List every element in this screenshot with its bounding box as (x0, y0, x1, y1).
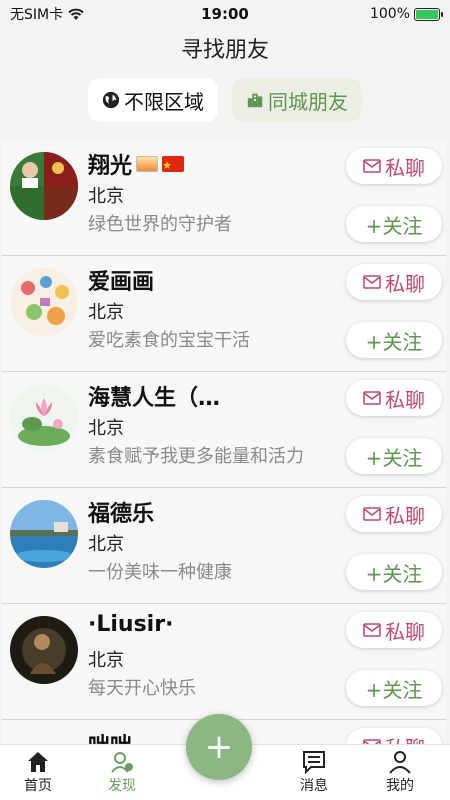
friend-city: 北京 (88, 534, 124, 555)
tab-label: 发现 (108, 778, 136, 794)
chat-button[interactable]: 私聊 (346, 612, 442, 648)
chat-button[interactable]: 私聊 (346, 264, 442, 300)
message-icon (303, 751, 325, 775)
friend-city: 北京 (88, 302, 124, 323)
filter-label: 同城朋友 (268, 89, 348, 114)
filter-row: 不限区域 同城朋友 (0, 78, 450, 122)
tab-messages[interactable]: 消息 (284, 749, 344, 795)
follow-button[interactable]: +关注 (346, 670, 442, 706)
mail-icon (363, 275, 381, 289)
friend-signature: 每天开心快乐 (88, 678, 196, 699)
chat-label: 私聊 (385, 619, 425, 644)
follow-button[interactable]: +关注 (346, 554, 442, 590)
friend-list: 翔光 北京 绿色世界的守护者 私聊 +关注 爱画画 北京 爱吃素食的宝宝干活 私… (0, 140, 450, 800)
follow-button[interactable]: +关注 (346, 438, 442, 474)
follow-label: +关注 (365, 445, 423, 470)
mail-icon (363, 623, 381, 637)
avatar[interactable] (10, 152, 78, 220)
mail-icon (363, 507, 381, 521)
friend-card[interactable]: 福德乐 北京 一份美味一种健康 私聊 +关注 (2, 488, 446, 604)
tab-profile[interactable]: 我的 (370, 749, 430, 795)
friend-name-text: 翔光 (88, 154, 133, 179)
friend-city: 北京 (88, 650, 124, 671)
friend-signature: 素食赋予我更多能量和活力 (88, 446, 304, 467)
tab-label: 消息 (300, 778, 328, 794)
follow-label: +关注 (365, 677, 423, 702)
globe-icon (102, 91, 120, 109)
home-icon (28, 752, 48, 772)
sun-badge-icon (136, 156, 159, 172)
friend-signature: 一份美味一种健康 (88, 562, 232, 583)
friend-name: 福德乐 (88, 502, 155, 527)
follow-button[interactable]: +关注 (346, 206, 442, 242)
tab-home[interactable]: 首页 (8, 749, 68, 795)
profile-icon (389, 751, 411, 774)
chat-label: 私聊 (385, 155, 425, 180)
china-flag-icon (162, 156, 185, 172)
page-title: 寻找朋友 (180, 38, 269, 63)
friend-city: 北京 (88, 418, 124, 439)
avatar[interactable] (10, 616, 78, 684)
friend-signature: 爱吃素食的宝宝干活 (88, 330, 250, 351)
chat-label: 私聊 (385, 271, 425, 296)
avatar[interactable] (10, 384, 78, 452)
chat-button[interactable]: 私聊 (346, 148, 442, 184)
friend-card[interactable]: ·Liusir· 北京 每天开心快乐 私聊 +关注 (2, 604, 446, 720)
battery-percent: 100% (369, 6, 410, 22)
tab-label: 我的 (386, 778, 414, 794)
chat-button[interactable]: 私聊 (346, 380, 442, 416)
friend-card[interactable]: 翔光 北京 绿色世界的守护者 私聊 +关注 (2, 140, 446, 256)
tab-label: 首页 (24, 778, 52, 794)
friend-card[interactable]: 爱画画 北京 爱吃素食的宝宝干活 私聊 +关注 (2, 256, 446, 372)
friend-city: 北京 (88, 186, 124, 207)
follow-label: +关注 (365, 329, 423, 354)
friend-card[interactable]: 海慧人生（… 北京 素食赋予我更多能量和活力 私聊 +关注 (2, 372, 446, 488)
chat-button[interactable]: 私聊 (346, 496, 442, 532)
plus-icon: + (204, 727, 234, 767)
filter-label: 不限区域 (124, 89, 204, 114)
mail-icon (363, 391, 381, 405)
city-icon (247, 93, 263, 108)
wifi-icon (68, 8, 84, 20)
battery-icon (414, 7, 443, 21)
discover-icon (111, 752, 133, 773)
follow-button[interactable]: +关注 (346, 322, 442, 358)
add-button[interactable]: + (186, 714, 252, 780)
friend-name: 翔光 (88, 148, 185, 180)
friend-name: ·Liusir· (88, 612, 174, 637)
chat-label: 私聊 (385, 387, 425, 412)
friend-signature: 绿色世界的守护者 (88, 214, 232, 235)
friend-name: 爱画画 (88, 270, 155, 295)
carrier-label: 无SIM卡 (10, 7, 64, 23)
filter-same-city[interactable]: 同城朋友 (232, 78, 362, 122)
mail-icon (363, 159, 381, 173)
status-bar: 无SIM卡 19:00 100% (0, 0, 450, 28)
filter-any-region[interactable]: 不限区域 (88, 78, 218, 122)
avatar[interactable] (10, 500, 78, 568)
friend-name: 海慧人生（… (88, 386, 221, 411)
tab-discover[interactable]: 发现 (92, 749, 152, 795)
follow-label: +关注 (365, 213, 423, 238)
chat-label: 私聊 (385, 503, 425, 528)
follow-label: +关注 (365, 561, 423, 586)
avatar[interactable] (10, 268, 78, 336)
